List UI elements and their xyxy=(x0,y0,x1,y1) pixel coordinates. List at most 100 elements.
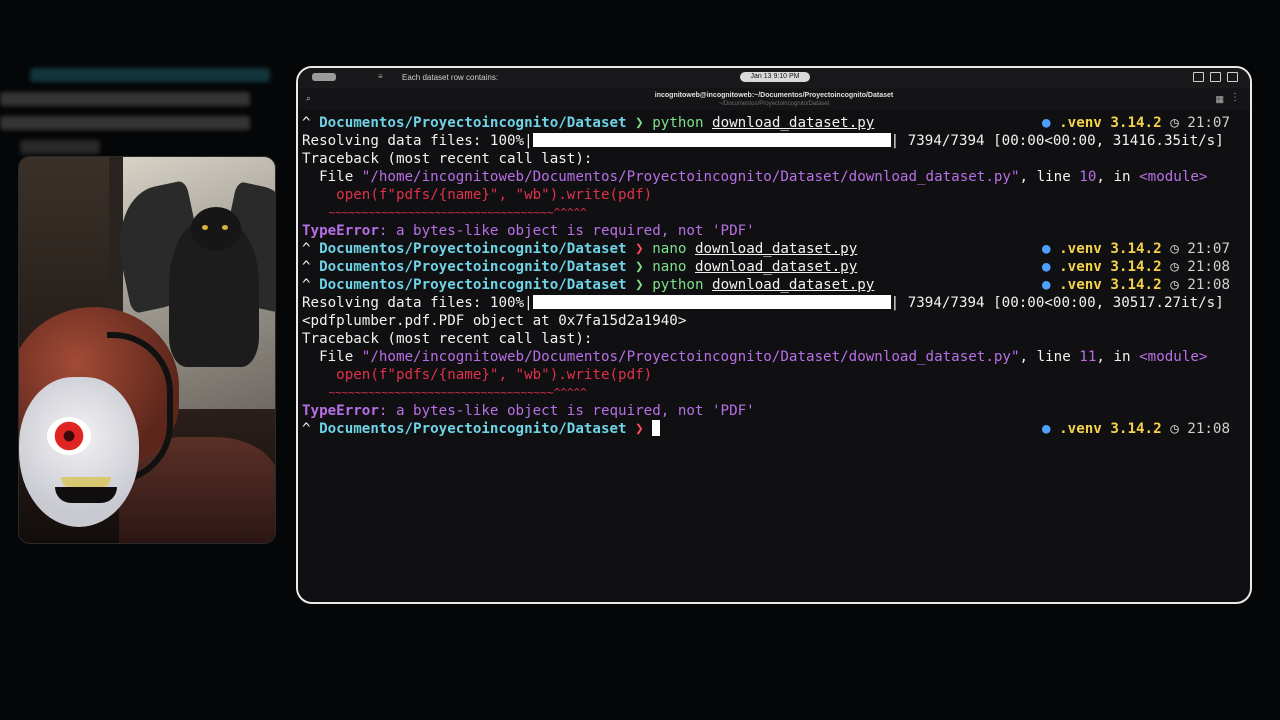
python-version: 3.14.2 xyxy=(1110,421,1162,437)
venv-dot-icon: ● xyxy=(1042,241,1051,257)
blurred-background-text xyxy=(0,116,250,130)
traceback-in: , in xyxy=(1096,169,1140,185)
python-version: 3.14.2 xyxy=(1110,115,1162,131)
prompt-line: ^ Documentos/Proyectoincognito/Dataset ❯… xyxy=(302,114,874,132)
active-prompt-line[interactable]: ^ Documentos/Proyectoincognito/Dataset ❯ xyxy=(302,420,661,438)
cat-eye xyxy=(202,225,208,230)
traceback-in: , in xyxy=(1096,349,1140,365)
command-time: 21:07 xyxy=(1187,241,1230,257)
progress-suffix: | 7394/7394 [00:00<00:00, 31416.35it/s] xyxy=(890,133,1224,149)
venv-label: .venv xyxy=(1059,259,1102,275)
traceback-marker: ~~~~~~~~~~~~~~~~~~~~~~~~~~~~~~~~~~^^^^^ xyxy=(302,386,587,399)
error-message: : a bytes-like object is required, not '… xyxy=(378,223,755,239)
command-time: 21:08 xyxy=(1187,421,1230,437)
progress-suffix: | 7394/7394 [00:00<00:00, 30517.27it/s] xyxy=(890,295,1224,311)
venv-dot-icon: ● xyxy=(1042,277,1051,293)
menu-icon[interactable]: ≡ xyxy=(378,72,383,81)
terminal-window[interactable]: ≡ Each dataset row contains: Jan 13 9:10… xyxy=(296,66,1252,604)
window-hint-text: Each dataset row contains: xyxy=(402,73,499,82)
webcam-overlay xyxy=(18,156,276,544)
terminal-output[interactable]: ^ Documentos/Proyectoincognito/Dataset ❯… xyxy=(302,114,1250,594)
prompt-caret: ^ xyxy=(302,259,311,275)
window-subtitle: ~/Documentos/Proyectoincognito/Dataset xyxy=(718,101,830,107)
command-arg: download_dataset.py xyxy=(712,277,875,293)
prompt-right-status: ● .venv 3.14.2 ◷ 21:08 xyxy=(1042,420,1230,438)
cat-eye xyxy=(222,225,228,230)
new-tab-icon[interactable]: ▦ xyxy=(1215,94,1224,105)
error-line: TypeError: a bytes-like object is requir… xyxy=(302,222,755,240)
prompt-caret: ^ xyxy=(302,277,311,293)
cat-head xyxy=(191,207,241,251)
progress-bar xyxy=(532,133,891,147)
traceback-file-path: "/home/incognitoweb/Documentos/Proyectoi… xyxy=(361,349,1020,365)
network-icon[interactable] xyxy=(1210,72,1221,82)
system-top-bar: ≡ Each dataset row contains: Jan 13 9:10… xyxy=(298,68,1250,88)
window-title: incognitoweb@incognitoweb:~/Documentos/P… xyxy=(654,92,894,99)
command: nano xyxy=(652,259,687,275)
clock-icon: ◷ xyxy=(1170,259,1179,275)
prompt-arrow: ❯ xyxy=(635,421,644,437)
blurred-background-text xyxy=(20,140,100,154)
progress-prefix: Resolving data files: 100%| xyxy=(302,133,533,149)
error-type: TypeError xyxy=(302,403,379,419)
python-version: 3.14.2 xyxy=(1110,277,1162,293)
command: nano xyxy=(652,241,687,257)
venv-dot-icon: ● xyxy=(1042,259,1051,275)
progress-line: Resolving data files: 100%| | 7394/7394 [… xyxy=(302,294,1224,312)
command-arg: download_dataset.py xyxy=(712,115,875,131)
traceback-file-line: File "/home/incognitoweb/Documentos/Proy… xyxy=(302,348,1207,366)
prompt-arrow: ❯ xyxy=(635,277,644,293)
command-arg: download_dataset.py xyxy=(694,241,858,257)
traceback-header: Traceback (most recent call last): xyxy=(302,151,593,167)
prompt-right-status: ● .venv 3.14.2 ◷ 21:08 xyxy=(1042,276,1230,294)
text-cursor[interactable] xyxy=(652,420,661,436)
blurred-background-text xyxy=(30,68,270,82)
prompt-path: Documentos/Proyectoincognito/Dataset xyxy=(319,259,627,275)
venv-dot-icon: ● xyxy=(1042,115,1051,131)
traceback-header: Traceback (most recent call last): xyxy=(302,331,593,347)
error-type: TypeError xyxy=(302,223,379,239)
traceback-line-number: 10 xyxy=(1079,169,1097,185)
pdf-object-output: <pdfplumber.pdf.PDF object at 0x7fa15d2a… xyxy=(302,313,687,329)
command: python xyxy=(652,277,704,293)
error-line: TypeError: a bytes-like object is requir… xyxy=(302,402,755,420)
traceback-code: open(f"pdfs/{name}", "wb").write(pdf) xyxy=(302,187,653,203)
clock-icon: ◷ xyxy=(1170,421,1179,437)
mask-mouth xyxy=(55,487,117,503)
prompt-caret: ^ xyxy=(302,421,311,437)
traceback-code: open(f"pdfs/{name}", "wb").write(pdf) xyxy=(302,367,653,383)
prompt-arrow: ❯ xyxy=(635,241,644,257)
mask-eye xyxy=(47,417,91,455)
traceback-module: <module> xyxy=(1139,349,1208,365)
traceback-file-prefix: File xyxy=(302,349,362,365)
error-message: : a bytes-like object is required, not '… xyxy=(378,403,755,419)
clock[interactable]: Jan 13 9:10 PM xyxy=(740,72,810,82)
traceback-line-number: 11 xyxy=(1079,349,1097,365)
clock-icon: ◷ xyxy=(1170,277,1179,293)
traceback-line-word: , line xyxy=(1019,169,1080,185)
activities-button[interactable] xyxy=(312,73,336,81)
prompt-right-status: ● .venv 3.14.2 ◷ 21:07 xyxy=(1042,114,1230,132)
prompt-arrow: ❯ xyxy=(635,259,644,275)
prompt-path: Documentos/Proyectoincognito/Dataset xyxy=(319,241,627,257)
screen-icon[interactable] xyxy=(1193,72,1204,82)
progress-bar xyxy=(532,295,891,309)
terminal-titlebar[interactable]: ⌕ incognitoweb@incognitoweb:~/Documentos… xyxy=(298,88,1250,110)
system-tray[interactable] xyxy=(1187,72,1238,84)
traceback-marker: ~~~~~~~~~~~~~~~~~~~~~~~~~~~~~~~~~~^^^^^ xyxy=(302,206,587,219)
prompt-path: Documentos/Proyectoincognito/Dataset xyxy=(319,115,627,131)
prompt-right-status: ● .venv 3.14.2 ◷ 21:08 xyxy=(1042,258,1230,276)
venv-label: .venv xyxy=(1059,241,1102,257)
command-time: 21:08 xyxy=(1187,259,1230,275)
prompt-right-status: ● .venv 3.14.2 ◷ 21:07 xyxy=(1042,240,1230,258)
prompt-caret: ^ xyxy=(302,115,311,131)
clock-icon: ◷ xyxy=(1170,115,1179,131)
prompt-path: Documentos/Proyectoincognito/Dataset xyxy=(319,277,627,293)
command: python xyxy=(652,115,704,131)
venv-dot-icon: ● xyxy=(1042,421,1051,437)
blurred-background-text xyxy=(0,92,250,106)
menu-kebab-icon[interactable]: ⋮ xyxy=(1230,92,1240,103)
traceback-line-word: , line xyxy=(1019,349,1080,365)
progress-line: Resolving data files: 100%| | 7394/7394 [… xyxy=(302,132,1224,150)
power-icon[interactable] xyxy=(1227,72,1238,82)
